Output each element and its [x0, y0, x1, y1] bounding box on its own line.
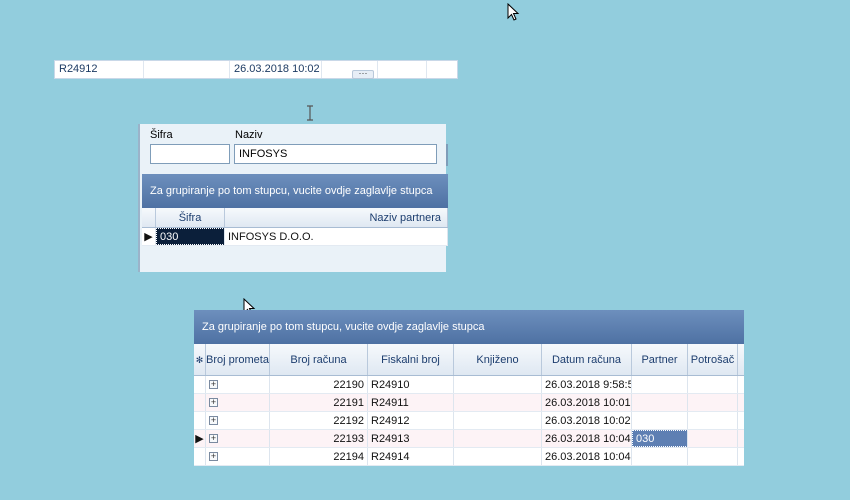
- row-filler: [738, 394, 744, 411]
- potrosac-cell[interactable]: [688, 394, 738, 411]
- row-filler: [738, 430, 744, 447]
- expander-cell[interactable]: +: [206, 430, 270, 447]
- partner-cell[interactable]: [632, 394, 688, 411]
- column-header-knjizeno[interactable]: Knjiženo: [454, 344, 542, 375]
- partner-cell[interactable]: [632, 448, 688, 465]
- knjizeno-cell[interactable]: [454, 376, 542, 393]
- row-indicator: [194, 412, 206, 429]
- table-row[interactable]: +22194 R24914 26.03.2018 10:04: [194, 448, 744, 466]
- partner-cell[interactable]: [632, 412, 688, 429]
- row-indicator: [194, 394, 206, 411]
- naziv-input[interactable]: [234, 144, 437, 164]
- table-row[interactable]: +22190 R24910 26.03.2018 9:58:5: [194, 376, 744, 394]
- naziv-label: Naziv: [235, 129, 263, 141]
- partner-lookup-panel: Šifra Naziv Za grupiranje po tom stupcu,…: [138, 124, 448, 272]
- column-header-sifra[interactable]: Šifra: [156, 208, 225, 227]
- table-row[interactable]: ▶ +22193 R24913 26.03.2018 10:04 030: [194, 430, 744, 448]
- knjizeno-cell[interactable]: [454, 394, 542, 411]
- extra-cell[interactable]: [427, 61, 457, 78]
- naziv-cell[interactable]: INFOSYS D.O.O.: [225, 228, 448, 245]
- row-indicator: [194, 448, 206, 465]
- sifra-cell[interactable]: 030: [156, 228, 225, 245]
- sifra-label: Šifra: [150, 129, 173, 141]
- expand-row-icon[interactable]: +: [209, 434, 218, 443]
- column-header-naziv-partnera[interactable]: Naziv partnera: [225, 208, 448, 227]
- broj-racuna-cell[interactable]: 22193: [270, 430, 368, 447]
- table-row[interactable]: +22191 R24911 26.03.2018 10:01: [194, 394, 744, 412]
- text-cursor-icon: [307, 105, 313, 121]
- broj-racuna-cell[interactable]: 22191: [270, 394, 368, 411]
- consumer-cell[interactable]: [378, 61, 427, 78]
- datum-racuna-cell[interactable]: 26.03.2018 10:04: [542, 448, 632, 465]
- fiscal-number-cell[interactable]: R24912: [55, 61, 144, 78]
- column-header-broj-prometa[interactable]: Broj prometa: [206, 344, 270, 375]
- booked-cell[interactable]: [144, 61, 230, 78]
- potrosac-cell[interactable]: [688, 448, 738, 465]
- expand-row-icon[interactable]: +: [209, 452, 218, 461]
- partner-cell[interactable]: 030: [632, 430, 688, 447]
- column-header-datum-racuna[interactable]: Datum računa: [542, 344, 632, 375]
- broj-racuna-cell[interactable]: 22190: [270, 376, 368, 393]
- column-header-fiskalni-broj[interactable]: Fiskalni broj: [368, 344, 454, 375]
- knjizeno-cell[interactable]: [454, 448, 542, 465]
- expand-row-icon[interactable]: +: [209, 416, 218, 425]
- ellipsis-button[interactable]: ···: [352, 69, 374, 79]
- invoice-date-cell[interactable]: 26.03.2018 10:02: [230, 61, 322, 78]
- broj-racuna-cell[interactable]: 22192: [270, 412, 368, 429]
- receipts-grid: Za grupiranje po tom stupcu, vucite ovdj…: [194, 310, 744, 466]
- group-by-area[interactable]: Za grupiranje po tom stupcu, vucite ovdj…: [142, 174, 448, 208]
- datum-racuna-cell[interactable]: 26.03.2018 10:04: [542, 430, 632, 447]
- sifra-input[interactable]: [150, 144, 230, 164]
- partner-cell[interactable]: [632, 376, 688, 393]
- expander-cell[interactable]: +: [206, 394, 270, 411]
- column-header-broj-racuna[interactable]: Broj računa: [270, 344, 368, 375]
- fiskalni-broj-cell[interactable]: R24913: [368, 430, 454, 447]
- expander-cell[interactable]: +: [206, 448, 270, 465]
- potrosac-cell[interactable]: [688, 412, 738, 429]
- datum-racuna-cell[interactable]: 26.03.2018 9:58:5: [542, 376, 632, 393]
- row-indicator: [194, 376, 206, 393]
- knjizeno-cell[interactable]: [454, 430, 542, 447]
- expand-row-icon[interactable]: +: [209, 380, 218, 389]
- potrosac-cell[interactable]: [688, 430, 738, 447]
- datum-racuna-cell[interactable]: 26.03.2018 10:02: [542, 412, 632, 429]
- fiskalni-broj-cell[interactable]: R24910: [368, 376, 454, 393]
- expander-cell[interactable]: +: [206, 376, 270, 393]
- header-filler: [738, 344, 744, 375]
- row-filler: [738, 376, 744, 393]
- potrosac-cell[interactable]: [688, 376, 738, 393]
- panel-edge: [446, 144, 448, 166]
- receipts-grid-header: ✻ Broj prometa Broj računa Fiskalni broj…: [194, 344, 744, 376]
- fiskalni-broj-cell[interactable]: R24911: [368, 394, 454, 411]
- fiskalni-broj-cell[interactable]: R24914: [368, 448, 454, 465]
- mouse-pointer-icon: [507, 3, 520, 21]
- group-by-area[interactable]: Za grupiranje po tom stupcu, vucite ovdj…: [194, 310, 744, 344]
- partner-grid-header: Šifra Naziv partnera: [142, 208, 448, 228]
- receipt-row-strip[interactable]: R24912 26.03.2018 10:02 ···: [54, 60, 458, 79]
- current-row-icon: ▶: [142, 228, 156, 245]
- table-row[interactable]: +22192 R24912 26.03.2018 10:02: [194, 412, 744, 430]
- asterisk-icon: ✻: [194, 344, 206, 375]
- row-indicator-header: [142, 208, 156, 227]
- expand-row-icon[interactable]: +: [209, 398, 218, 407]
- expander-cell[interactable]: +: [206, 412, 270, 429]
- table-row[interactable]: ▶ 030 INFOSYS D.O.O.: [142, 228, 448, 246]
- column-header-potrosac[interactable]: Potrošač: [688, 344, 738, 375]
- row-filler: [738, 412, 744, 429]
- fiskalni-broj-cell[interactable]: R24912: [368, 412, 454, 429]
- current-row-icon: ▶: [194, 430, 206, 447]
- knjizeno-cell[interactable]: [454, 412, 542, 429]
- broj-racuna-cell[interactable]: 22194: [270, 448, 368, 465]
- row-filler: [738, 448, 744, 465]
- column-header-partner[interactable]: Partner: [632, 344, 688, 375]
- datum-racuna-cell[interactable]: 26.03.2018 10:01: [542, 394, 632, 411]
